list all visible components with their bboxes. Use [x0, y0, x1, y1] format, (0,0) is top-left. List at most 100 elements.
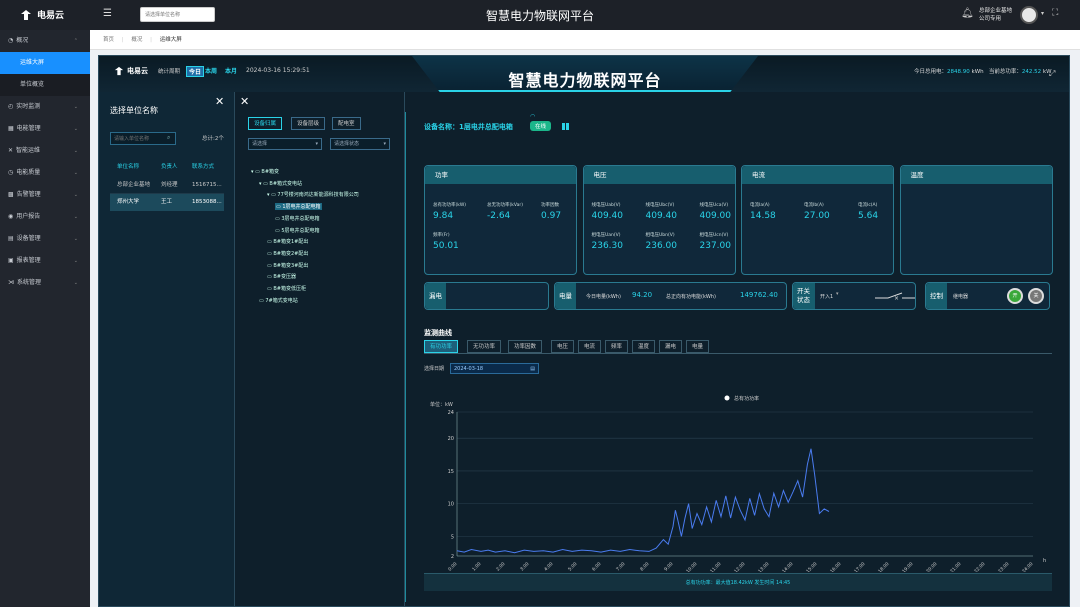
curve-tab[interactable]: 漏电 [659, 340, 683, 353]
sidebar-item-8[interactable]: ◉ 用户报告 ⌄ [0, 206, 90, 228]
active-power-chart: 总有功功率单位：kW 2 5 10 15 20 24 0:00 1:00 2:00 3:00 4:00… [430, 395, 1046, 572]
close-icon[interactable]: ✕ [240, 95, 249, 108]
sidebar-item-0[interactable]: ◔ 概况 ⌃ [0, 30, 90, 52]
sidebar-item-11[interactable]: ⋊ 系统管理 ⌄ [0, 272, 90, 294]
sidebar-item-label: 报表管理 [16, 257, 41, 264]
stat-period-label: 统计周期 [158, 69, 181, 75]
tree-node[interactable]: ▭ 3层电井总配电箱 [275, 215, 320, 222]
metric-value: 9.84 [433, 211, 454, 221]
grid-icon[interactable] [562, 123, 569, 130]
tree-node[interactable]: ▭ 1层电井总配电箱 [275, 203, 322, 211]
relay-on-button[interactable]: 开 [1007, 288, 1023, 304]
sidebar-item-6[interactable]: ◷ 电能质量 ⌄ [0, 162, 90, 184]
y-tick-label: 15 [448, 469, 454, 475]
breadcrumb-overview[interactable]: 概况 [131, 37, 142, 43]
metric-label: 功率因数 [541, 203, 559, 208]
bell-icon[interactable]: 🔔︎ [961, 8, 974, 19]
sidebar-item-7[interactable]: ▩ 告警管理 ⌄ [0, 184, 90, 206]
x-tick-label: 16:00 [829, 561, 843, 572]
metric-label: 线电压Uca(V) [699, 203, 729, 208]
status-select[interactable]: 请选择状态 ▾ [330, 138, 390, 150]
unit-manager: 王工 [161, 199, 173, 205]
logo-icon [21, 9, 31, 20]
close-icon[interactable]: ✕ [215, 95, 224, 108]
tab-device-level[interactable]: 设备层级 [291, 117, 326, 130]
breadcrumb-home[interactable]: 首页 [103, 37, 114, 43]
section-title: 监测曲线 [424, 329, 452, 337]
app-logo[interactable]: 电易云 [20, 8, 64, 21]
date-picker[interactable]: 2024-03-18 ▤ [450, 363, 539, 374]
sidebar-item-9[interactable]: ▤ 设备管理 ⌄ [0, 228, 90, 250]
sidebar-item-1[interactable]: 运维大屏 [0, 52, 90, 74]
screen-summary: 今日总用电：2848.90 kWh 当前总功率：242.52 kW [914, 67, 1052, 75]
col-unit-name: 单位名称 [117, 164, 140, 170]
x-tick-label: 19:00 [901, 561, 915, 572]
tree-node[interactable]: ▭ B#箱变3#配出 [267, 262, 308, 269]
chevron-down-icon[interactable]: ▾ [836, 291, 839, 297]
tree-node[interactable]: ▭ B#箱变1#配出 [267, 238, 308, 245]
chevron-down-icon: ⌄ [73, 280, 78, 286]
screen-title: 智慧电力物联网平台 [508, 71, 662, 90]
curve-tab[interactable]: 温度 [632, 340, 656, 353]
table-row[interactable]: 总部企业基地 刘经理 1516715... [110, 177, 224, 194]
period-month-button[interactable]: 本月 [225, 66, 237, 75]
sidebar-item-10[interactable]: ▣ 报表管理 ⌄ [0, 250, 90, 272]
curve-tab[interactable]: 有功功率 [424, 340, 459, 353]
expand-icon[interactable]: ⤢ [1049, 69, 1055, 79]
tree-node[interactable]: ▭ 5层电井总配电箱 [275, 227, 320, 234]
metric-value: 27.00 [804, 211, 830, 221]
relay-off-button[interactable]: 关 [1028, 288, 1044, 304]
x-tick-label: 11:00 [709, 561, 723, 572]
search-icon[interactable]: ⌕ [167, 134, 170, 142]
tree-node[interactable]: ▭ B#箱变低压柜 [267, 285, 306, 292]
logo-text: 电易云 [37, 11, 65, 21]
fullscreen-icon[interactable]: ⛶ [1052, 8, 1058, 18]
curve-tab[interactable]: 电流 [578, 340, 602, 353]
tab-device-ownership[interactable]: 设备归属 [248, 117, 283, 130]
unit-search-input[interactable] [140, 7, 215, 22]
logo-icon [114, 66, 124, 76]
metric-value: 237.00 [699, 241, 732, 251]
svg-text:×: × [894, 295, 899, 302]
metric-label: 相电压Uan(V) [591, 233, 621, 238]
metric: 频率(Fr) 50.01 [433, 232, 459, 251]
x-tick-label: 8:00 [639, 561, 650, 572]
x-tick-label: 20:00 [925, 561, 939, 572]
tree-node[interactable]: ▭ B#箱变2#配出 [267, 250, 308, 257]
x-tick-label: 23:00 [997, 561, 1011, 572]
today-energy-value: 2848.90 [947, 69, 970, 75]
tree-node[interactable]: ▭ B#变压器 [267, 273, 296, 280]
sidebar-item-2[interactable]: 单位概览 [0, 74, 90, 96]
user-info[interactable]: 总部企业基地 公司专用 [979, 7, 1012, 23]
card-title: 温度 [900, 166, 1052, 184]
curve-tab[interactable]: 功率因数 [508, 340, 543, 353]
sidebar-item-5[interactable]: ✕ 智能运维 ⌄ [0, 140, 90, 162]
ownership-select[interactable]: 请选择 ▾ [248, 138, 322, 150]
curve-tab[interactable]: 电量 [686, 340, 710, 353]
tree-node[interactable]: ▭ 7#箱式变电站 [259, 297, 298, 304]
curve-tab[interactable]: 频率 [605, 340, 629, 353]
sidebar-item-3[interactable]: ◴ 实时监测 ⌄ [0, 96, 90, 118]
tab-underline [424, 353, 1052, 354]
period-week-button[interactable]: 本周 [205, 66, 217, 75]
curve-tab[interactable]: 无功功率 [467, 340, 502, 353]
table-row[interactable]: 郑州大学 王工 1853088... [110, 194, 224, 211]
menu-toggle-icon[interactable]: ☰ [103, 8, 112, 19]
sidebar-item-4[interactable]: ▦ 电能管理 ⌄ [0, 118, 90, 140]
menu-icon: ▣ [8, 257, 14, 264]
tree-node[interactable]: ▾ ▭ B#箱变 [251, 168, 279, 175]
avatar[interactable] [1020, 6, 1038, 24]
period-today-button[interactable]: 今日 [186, 66, 205, 77]
tab-power-room[interactable]: 配电室 [332, 117, 361, 130]
tree-node[interactable]: ▾ ▭ B#箱式变电站 [259, 180, 302, 187]
x-tick-label: 9:00 [663, 561, 674, 572]
today-energy-unit: kWh [971, 69, 984, 75]
x-tick-label: 5:00 [567, 561, 578, 572]
chevron-down-icon[interactable]: ▾ [1041, 10, 1044, 17]
unit-name: 总部企业基地 [117, 182, 151, 188]
metric-label: 电流Ib(A) [804, 203, 824, 208]
y-tick-label: 2 [451, 554, 454, 560]
curve-tab[interactable]: 电压 [551, 340, 575, 353]
tree-node[interactable]: ▾ ▭ 77号楼河南鸿达新能源科技有限公司 [267, 191, 359, 198]
unit-total: 总计:2个 [202, 136, 224, 142]
